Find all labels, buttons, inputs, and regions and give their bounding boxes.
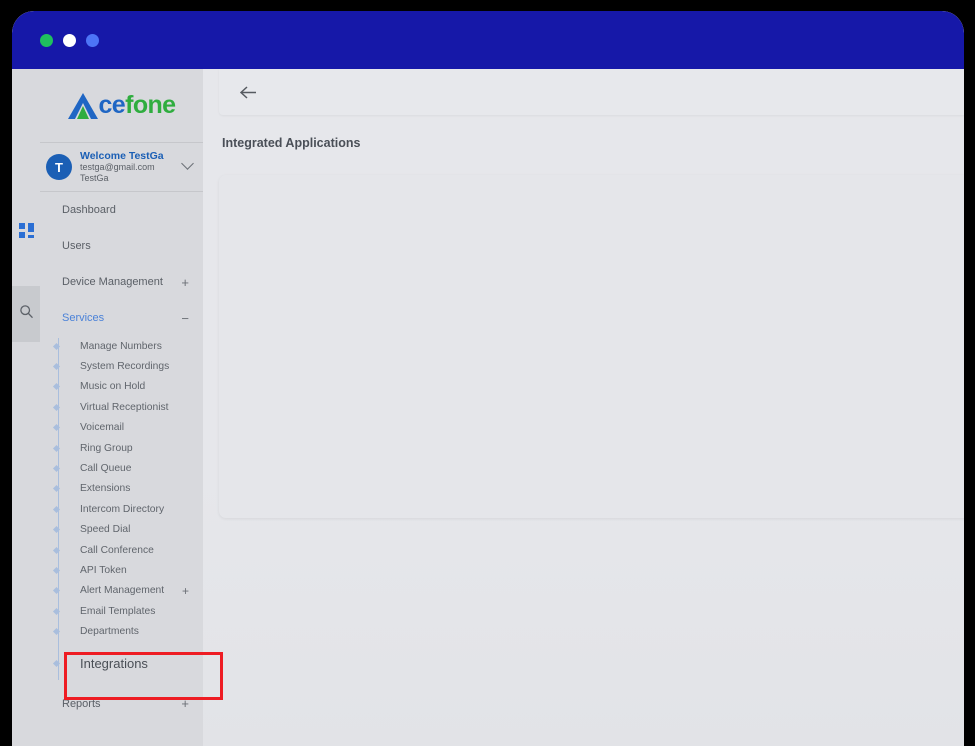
sidebar-item-label: Device Management xyxy=(62,276,163,288)
sidebar-submenu-services: Manage Numbers System Recordings Music on … xyxy=(40,336,203,686)
bullet-diamond-icon xyxy=(53,587,60,594)
sidebar-subitem-label: API Token xyxy=(80,565,127,576)
main-content: Integrated Applications xyxy=(203,69,964,746)
sidebar-subitem-ring-group[interactable]: Ring Group xyxy=(62,438,203,458)
bullet-diamond-icon xyxy=(53,547,60,554)
sidebar-subitem-manage-numbers[interactable]: Manage Numbers xyxy=(62,336,203,356)
sidebar-subitem-integrations[interactable]: Integrations xyxy=(62,642,203,686)
bullet-diamond-icon xyxy=(53,628,60,635)
sidebar-subitem-call-conference[interactable]: Call Conference xyxy=(62,540,203,560)
sidebar-subitem-system-recordings[interactable]: System Recordings xyxy=(62,356,203,376)
screenshot-root: cefone T Welcome TestGa testga@gmail.com… xyxy=(0,0,975,746)
sidebar-subitem-label: Departments xyxy=(80,626,139,637)
sidebar-subitem-label: Speed Dial xyxy=(80,524,130,535)
sidebar-subitem-speed-dial[interactable]: Speed Dial xyxy=(62,520,203,540)
sidebar-subitem-departments[interactable]: Departments xyxy=(62,621,203,641)
sidebar-item-users[interactable]: Users xyxy=(40,228,203,264)
sidebar-item-label: Reports xyxy=(62,698,101,710)
page-title: Integrated Applications xyxy=(222,136,360,150)
bullet-diamond-icon xyxy=(53,465,60,472)
bullet-diamond-icon xyxy=(53,363,60,370)
profile-email: testga@gmail.com xyxy=(80,162,164,173)
profile-welcome-name: Welcome TestGa xyxy=(80,150,164,163)
acefone-a-mark-icon xyxy=(68,93,98,119)
sidebar-subitem-label: Email Templates xyxy=(80,606,155,617)
rail-search-button[interactable] xyxy=(12,286,40,342)
sidebar-item-device-management[interactable]: Device Management + xyxy=(40,264,203,300)
sidebar-subitem-label: Call Conference xyxy=(80,545,154,556)
sidebar-item-label: Services xyxy=(62,312,104,324)
icon-rail xyxy=(12,69,40,746)
bullet-diamond-icon xyxy=(53,424,60,431)
bullet-diamond-icon xyxy=(53,445,60,452)
sidebar-subitem-label: Virtual Receptionist xyxy=(80,402,169,413)
sidebar-subitem-label: Music on Hold xyxy=(80,381,145,392)
sidebar-subitem-label: Voicemail xyxy=(80,422,124,433)
sidebar-subitem-virtual-receptionist[interactable]: Virtual Receptionist xyxy=(62,397,203,417)
sidebar-item-reports[interactable]: Reports + xyxy=(40,686,203,722)
sidebar-subitem-label: Call Queue xyxy=(80,463,132,474)
rail-dashboard-button[interactable] xyxy=(12,206,40,254)
back-arrow-icon[interactable] xyxy=(235,80,261,104)
sidebar-footer-nav: Reports + xyxy=(40,686,203,722)
bullet-diamond-icon xyxy=(53,506,60,513)
sidebar-subitem-label: Ring Group xyxy=(80,443,133,454)
sidebar-subitem-call-queue[interactable]: Call Queue xyxy=(62,458,203,478)
bullet-diamond-icon xyxy=(53,404,60,411)
sidebar-subitem-voicemail[interactable]: Voicemail xyxy=(62,418,203,438)
bullet-diamond-icon xyxy=(53,383,60,390)
sidebar-subitem-label: Integrations xyxy=(80,656,148,671)
sidebar-subitem-extensions[interactable]: Extensions xyxy=(62,479,203,499)
sidebar-item-dashboard[interactable]: Dashboard xyxy=(40,192,203,228)
brand-text-ce: ce xyxy=(99,91,126,119)
sidebar-subitem-label: System Recordings xyxy=(80,361,169,372)
bullet-diamond-icon xyxy=(53,343,60,350)
window-titlebar xyxy=(12,11,964,69)
grid-icon xyxy=(19,223,34,238)
bullet-diamond-icon xyxy=(53,660,60,667)
sidebar-subitem-label: Alert Management xyxy=(80,585,164,596)
window-dot-green[interactable] xyxy=(40,34,53,47)
bullet-diamond-icon xyxy=(53,526,60,533)
sidebar-subitem-label: Intercom Directory xyxy=(80,504,164,515)
search-icon xyxy=(19,304,34,324)
chevron-down-icon[interactable] xyxy=(181,157,194,170)
browser-window: cefone T Welcome TestGa testga@gmail.com… xyxy=(12,11,964,746)
sidebar-item-services[interactable]: Services − xyxy=(40,300,203,336)
sidebar-subitem-label: Manage Numbers xyxy=(80,341,162,352)
content-topbar xyxy=(219,69,964,115)
sidebar-item-label: Dashboard xyxy=(62,204,116,216)
bullet-diamond-icon xyxy=(53,608,60,615)
sidebar-subitem-alert-management[interactable]: Alert Management + xyxy=(62,581,203,601)
integrated-applications-card xyxy=(219,175,964,518)
sidebar-subitem-label: Extensions xyxy=(80,483,130,494)
profile-username: TestGa xyxy=(80,173,164,184)
avatar: T xyxy=(46,154,72,180)
sidebar-subitem-music-on-hold[interactable]: Music on Hold xyxy=(62,377,203,397)
sidebar-subitem-api-token[interactable]: API Token xyxy=(62,560,203,580)
user-profile-block[interactable]: T Welcome TestGa testga@gmail.com TestGa xyxy=(40,142,203,192)
window-dot-blue[interactable] xyxy=(86,34,99,47)
bullet-diamond-icon xyxy=(53,567,60,574)
sidebar-nav-list: Dashboard Users Device Management + Services… xyxy=(40,192,203,336)
expand-plus-icon[interactable]: + xyxy=(181,276,189,289)
window-dot-white[interactable] xyxy=(63,34,76,47)
expand-plus-icon[interactable]: + xyxy=(182,585,189,597)
brand-logo[interactable]: cefone xyxy=(40,69,203,142)
sidebar-subitem-email-templates[interactable]: Email Templates xyxy=(62,601,203,621)
brand-text-fone: fone xyxy=(125,91,175,119)
bullet-diamond-icon xyxy=(53,485,60,492)
expand-plus-icon[interactable]: + xyxy=(181,697,189,710)
sidebar: cefone T Welcome TestGa testga@gmail.com… xyxy=(40,69,203,746)
sidebar-subitem-intercom-directory[interactable]: Intercom Directory xyxy=(62,499,203,519)
sidebar-item-label: Users xyxy=(62,240,91,252)
collapse-minus-icon[interactable]: − xyxy=(181,312,189,325)
